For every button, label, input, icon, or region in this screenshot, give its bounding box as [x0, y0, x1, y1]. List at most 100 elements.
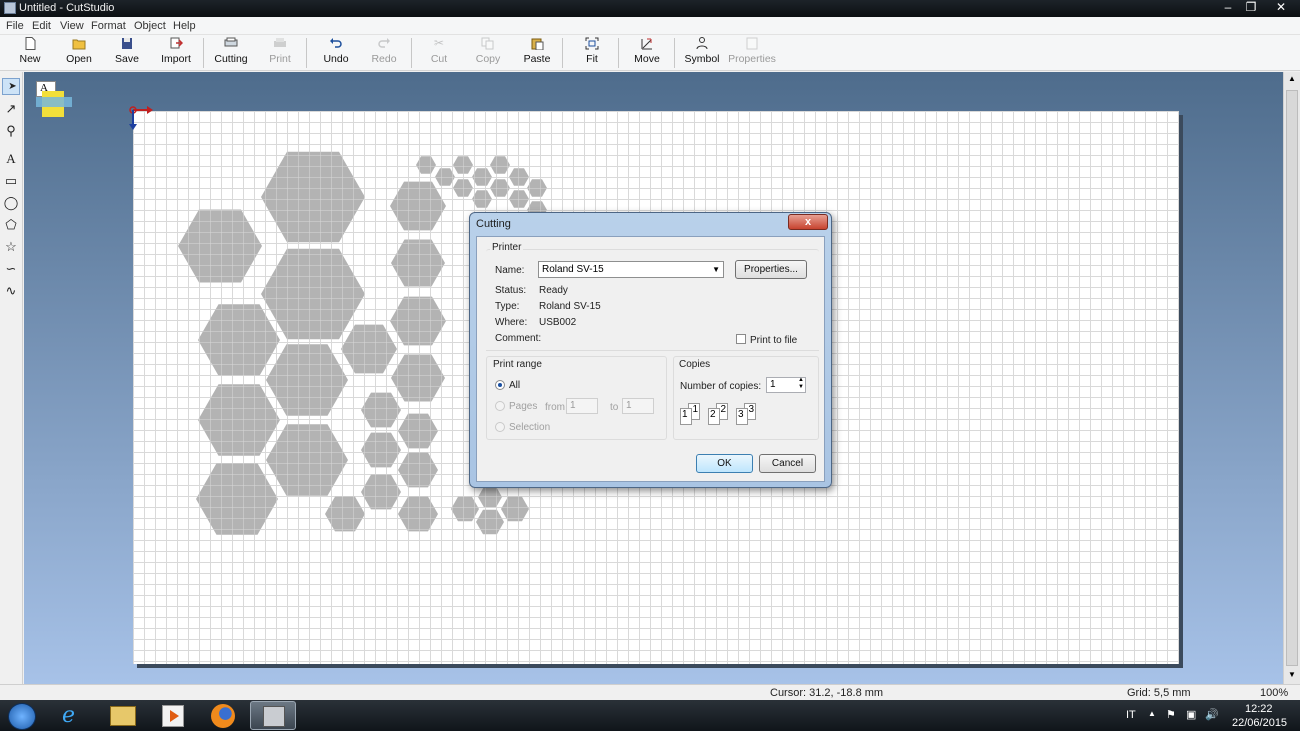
chevron-down-icon: ▼ [712, 265, 720, 274]
hexagon-shape[interactable] [391, 354, 445, 402]
hexagon-shape[interactable] [266, 424, 348, 496]
printer-properties-button[interactable]: Properties... [735, 260, 807, 279]
to-page-input[interactable]: 1 [622, 398, 654, 414]
scroll-thumb[interactable] [1286, 90, 1298, 666]
start-button[interactable] [0, 701, 44, 730]
number-of-copies-label: Number of copies: [680, 381, 762, 392]
print-to-file-checkbox[interactable] [736, 334, 746, 344]
hexagon-shape[interactable] [453, 156, 473, 174]
vertical-scrollbar[interactable]: ▲ ▼ [1283, 72, 1300, 684]
range-all-label: All [509, 380, 521, 391]
zoom-readout: 100% [1260, 687, 1289, 699]
printer-name-select[interactable]: Roland SV-15 ▼ [538, 261, 724, 278]
range-pages-label: Pages [509, 401, 538, 412]
hexagon-shape[interactable] [490, 179, 510, 197]
hexagon-shape[interactable] [261, 151, 365, 243]
windows-taskbar: e IT ▲ ⚑ ▣ 🔊 12:22 22/06/2015 [0, 700, 1300, 731]
taskbar-explorer[interactable] [100, 701, 146, 730]
from-label: from [545, 402, 565, 413]
folder-icon [110, 706, 136, 726]
hexagon-shape[interactable] [501, 496, 529, 522]
comment-label: Comment: [495, 333, 542, 344]
action-center-flag-icon[interactable]: ⚑ [1166, 708, 1176, 721]
range-all-radio[interactable] [495, 380, 505, 390]
hexagon-shape[interactable] [453, 179, 473, 197]
hexagon-shape[interactable] [435, 168, 455, 186]
hexagon-shape[interactable] [198, 304, 280, 376]
status-label: Status: [495, 285, 527, 296]
clock-time[interactable]: 12:22 [1245, 703, 1273, 715]
taskbar-cutstudio[interactable] [250, 701, 296, 730]
cursor-readout: Cursor: 31.2, -18.8 mm [770, 687, 884, 699]
hexagon-shape[interactable] [478, 486, 502, 508]
hexagon-shape[interactable] [509, 190, 529, 208]
copies-stepper[interactable]: 1 ▲ ▼ [766, 377, 806, 393]
name-label: Name: [495, 265, 525, 276]
scroll-up-icon[interactable]: ▲ [1288, 74, 1296, 83]
cutstudio-icon [263, 706, 285, 727]
hexagon-shape[interactable] [451, 496, 479, 522]
hexagon-shape[interactable] [178, 209, 262, 283]
type-label: Type: [495, 301, 520, 312]
taskbar-firefox[interactable] [200, 701, 246, 730]
from-page-input[interactable]: 1 [566, 398, 598, 414]
hexagon-shape[interactable] [198, 384, 280, 456]
hexagon-shape[interactable] [390, 296, 446, 346]
hexagon-shape[interactable] [509, 168, 529, 186]
collate-illustration-icon: 1 1 2 2 3 3 [680, 403, 764, 429]
collate-page-3a: 3 [736, 408, 748, 425]
type-value: Roland SV-15 [539, 301, 601, 312]
print-to-file-label: Print to file [750, 335, 798, 346]
hexagon-shape[interactable] [341, 324, 397, 374]
where-value: USB002 [539, 317, 577, 328]
windows-logo-icon [8, 703, 36, 730]
dialog-body: Printer Name: Roland SV-15 ▼ Properties.… [476, 236, 825, 482]
collate-page-1a: 1 [680, 408, 692, 425]
copies-group-label: Copies [677, 359, 713, 370]
network-icon[interactable]: ▣ [1186, 708, 1196, 721]
hexagon-shape[interactable] [416, 156, 436, 174]
where-label: Where: [495, 317, 528, 328]
hexagon-shape[interactable] [490, 156, 510, 174]
printer-group-label: Printer [490, 242, 524, 253]
ok-button[interactable]: OK [696, 454, 753, 473]
status-value: Ready [539, 285, 568, 296]
hexagon-shape[interactable] [361, 474, 401, 510]
cancel-button[interactable]: Cancel [759, 454, 816, 473]
print-range-label: Print range [491, 359, 544, 370]
stepper-arrows-icon[interactable]: ▲ ▼ [798, 377, 804, 391]
hexagon-shape[interactable] [398, 496, 438, 532]
cutstudio-app: Untitled - CutStudio – ❐ ✕ File Edit Vie… [0, 0, 1300, 731]
tray-expand-icon[interactable]: ▲ [1148, 709, 1156, 718]
taskbar-internet-explorer[interactable]: e [50, 701, 96, 730]
divider [486, 350, 819, 351]
hexagon-shape[interactable] [361, 432, 401, 468]
scroll-down-icon[interactable]: ▼ [1288, 670, 1296, 679]
hexagon-shape[interactable] [196, 463, 278, 535]
hexagon-shape[interactable] [266, 344, 348, 416]
status-bar: Cursor: 31.2, -18.8 mm Grid: 5,5 mm 100% [0, 684, 1300, 700]
dialog-close-button[interactable]: x [788, 214, 828, 230]
taskbar-media-player[interactable] [150, 701, 196, 730]
hexagon-shape[interactable] [361, 392, 401, 428]
hexagon-shape[interactable] [390, 181, 446, 231]
hexagon-shape[interactable] [527, 179, 547, 197]
hexagon-shape[interactable] [398, 452, 438, 488]
printer-name-value: Roland SV-15 [542, 264, 604, 275]
media-player-icon [162, 705, 184, 727]
hexagon-shape[interactable] [261, 248, 365, 340]
internet-explorer-icon: e [62, 703, 76, 728]
language-indicator[interactable]: IT [1126, 709, 1136, 721]
hexagon-shape[interactable] [472, 168, 492, 186]
volume-icon[interactable]: 🔊 [1205, 708, 1219, 721]
range-pages-radio[interactable] [495, 401, 505, 411]
hexagon-shape[interactable] [391, 239, 445, 287]
hexagon-shape[interactable] [472, 190, 492, 208]
clock-date[interactable]: 22/06/2015 [1232, 717, 1287, 729]
hexagon-shape[interactable] [325, 496, 365, 532]
hexagon-shape[interactable] [476, 509, 504, 535]
collate-page-2a: 2 [708, 408, 720, 425]
range-selection-radio[interactable] [495, 422, 505, 432]
dialog-title: Cutting [476, 218, 511, 230]
hexagon-shape[interactable] [398, 413, 438, 449]
